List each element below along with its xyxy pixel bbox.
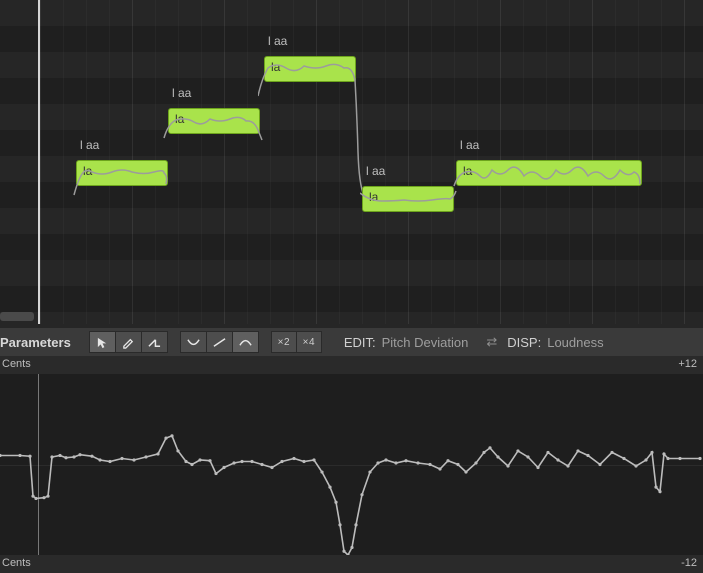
param-scale-top: Cents +12 [0,356,703,374]
note-phoneme: l aa [172,86,191,100]
zoom-group: ×2 ×4 [271,331,322,353]
note-lyric: la [83,164,92,178]
scale-unit: Cents [2,358,31,370]
line-tool-button[interactable] [142,331,168,353]
scale-top-value: +12 [678,358,697,370]
piano-roll[interactable]: l aa la l aa la l aa la l aa la l aa la [0,0,703,324]
display-parameter-dropdown[interactable]: Loudness [547,335,603,350]
note-lyric: la [369,190,378,204]
scale-unit: Cents [2,557,31,569]
playhead[interactable] [38,0,40,324]
note-body[interactable]: la [76,160,168,186]
linear-curve-button[interactable] [207,331,233,353]
note-lyric: la [463,164,472,178]
note-body[interactable]: la [362,186,454,212]
note-lyric: la [271,60,280,74]
param-scale-bottom: Cents -12 [0,555,703,573]
pointer-tool-button[interactable] [89,331,116,353]
down-curve-button[interactable] [180,331,207,353]
note-phoneme: l aa [268,34,287,48]
note-body[interactable]: la [456,160,642,186]
note-phoneme: l aa [80,138,99,152]
note-body[interactable]: la [264,56,356,82]
edit-label: EDIT: [344,335,376,350]
parameters-toolbar: Parameters ×2 ×4 EDIT: Pitch Deviation ⇄… [0,328,703,356]
pitch-deviation-curve[interactable] [0,374,703,555]
edit-parameter-dropdown[interactable]: Pitch Deviation [382,335,469,350]
up-curve-button[interactable] [233,331,259,353]
h-scrollbar[interactable] [0,312,34,321]
pencil-tool-button[interactable] [116,331,142,353]
zoom-x4-button[interactable]: ×4 [297,331,322,353]
note-phoneme: l aa [366,164,385,178]
parameter-panel[interactable]: Cents +12 Cents -12 [0,356,703,573]
note-phoneme: l aa [460,138,479,152]
note-body[interactable]: la [168,108,260,134]
scale-bottom-value: -12 [681,557,697,569]
tool-mode-group [89,331,168,353]
param-body[interactable] [0,374,703,555]
swap-params-button[interactable]: ⇄ [486,334,497,350]
curve-shape-group [180,331,259,353]
zoom-x2-button[interactable]: ×2 [271,331,297,353]
disp-label: DISP: [507,335,541,350]
note-lyric: la [175,112,184,126]
panel-title: Parameters [0,335,83,350]
